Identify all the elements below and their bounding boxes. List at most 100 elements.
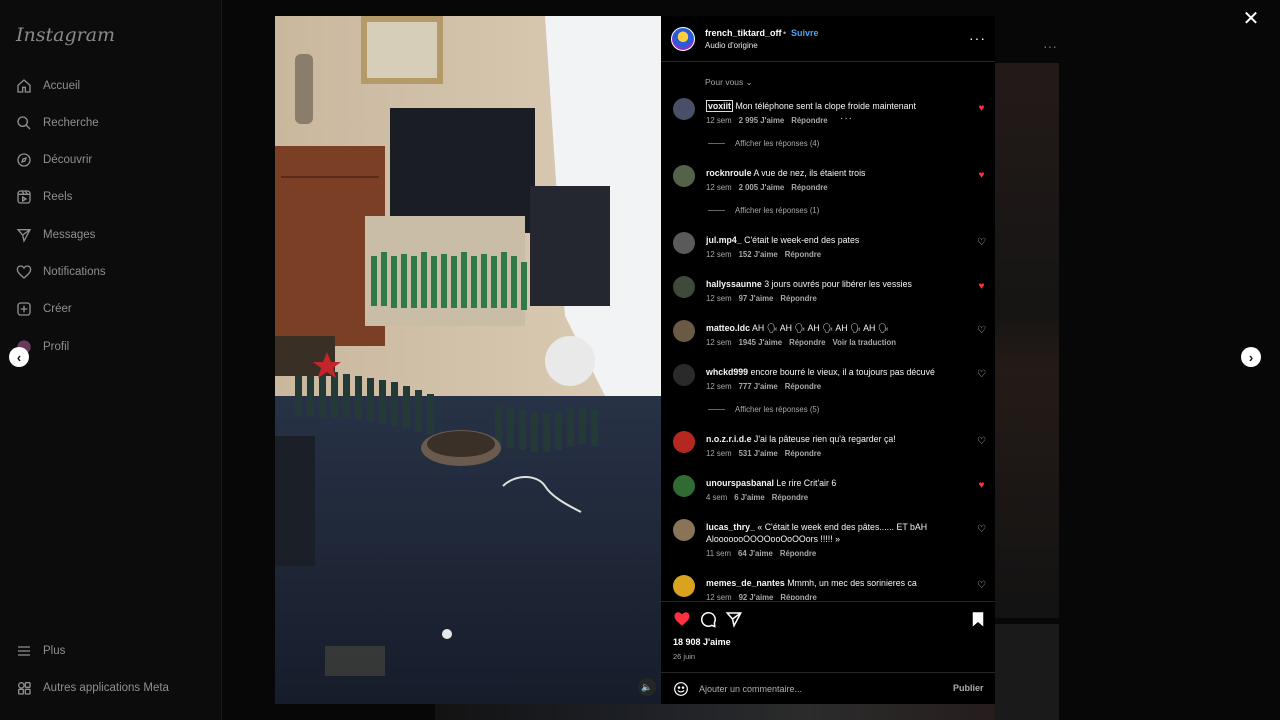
reply-button[interactable]: Répondre [789, 338, 825, 347]
comment-text: A vue de nez, ils étaient trois [753, 168, 866, 178]
reply-button[interactable]: Répondre [780, 294, 816, 303]
comment-meta: 11 sem 64 J'aime Répondre [706, 549, 816, 558]
sidebar-item-more[interactable]: Plus [16, 636, 65, 666]
comment-like-heart-icon[interactable]: ♥ [976, 480, 987, 491]
comment-likes[interactable]: 531 J'aime [739, 449, 778, 458]
follow-button[interactable]: Suivre [791, 28, 819, 38]
sidebar-item-notifications[interactable]: Notifications [16, 257, 106, 287]
comment-like-heart-icon[interactable]: ♥ [976, 103, 987, 114]
comment-more-icon[interactable]: ··· [840, 113, 853, 124]
comment-icon[interactable] [699, 610, 717, 628]
reply-button[interactable]: Répondre [791, 183, 827, 192]
comment-likes[interactable]: 2 005 J'aime [739, 183, 785, 192]
sidebar-item-search[interactable]: Recherche [16, 108, 99, 138]
sidebar-item-explore[interactable]: Découvrir [16, 145, 92, 175]
comment-like-heart-icon[interactable]: ♥ [976, 170, 987, 181]
commenter-avatar[interactable] [673, 364, 695, 386]
commenter-avatar[interactable] [673, 575, 695, 597]
comment-username[interactable]: rocknroule [706, 168, 751, 178]
commenter-avatar[interactable] [673, 232, 695, 254]
comment-time[interactable]: 12 sem [706, 294, 732, 303]
commenter-avatar[interactable] [673, 519, 695, 541]
instagram-logo[interactable]: Instagram [16, 24, 115, 46]
comment-username[interactable]: lucas_thry_ [706, 522, 755, 532]
comment-like-heart-icon[interactable]: ♡ [976, 580, 987, 591]
commenter-avatar[interactable] [673, 276, 695, 298]
comment-username[interactable]: hallyssaunne [706, 279, 762, 289]
post-video[interactable]: 🔈 [275, 16, 661, 704]
sidebar-item-meta-apps[interactable]: Autres applications Meta [16, 673, 169, 703]
author-username[interactable]: french_tiktard_off [705, 28, 782, 38]
comment-like-heart-icon[interactable]: ♡ [976, 237, 987, 248]
comment-likes[interactable]: 2 995 J'aime [739, 116, 785, 125]
comment-username[interactable]: whckd999 [706, 367, 748, 377]
sidebar-item-create[interactable]: Créer [16, 294, 72, 324]
comment-username[interactable]: voxiit [706, 100, 733, 112]
comment-time[interactable]: 12 sem [706, 250, 732, 259]
audio-label[interactable]: Audio d'origine [705, 41, 758, 50]
reply-button[interactable]: Répondre [785, 250, 821, 259]
comment-likes[interactable]: 152 J'aime [739, 250, 778, 259]
comment-time[interactable]: 4 sem [706, 493, 727, 502]
sidebar-item-home[interactable]: Accueil [16, 71, 80, 101]
bookmark-icon[interactable] [969, 610, 987, 628]
comment-time[interactable]: 12 sem [706, 382, 732, 391]
translate-button[interactable]: Voir la traduction [832, 338, 896, 347]
sidebar-item-reels[interactable]: Reels [16, 182, 72, 212]
comment-sort-dropdown[interactable]: Pour vous ⌄ [705, 77, 753, 88]
commenter-avatar[interactable] [673, 431, 695, 453]
comment-username[interactable]: n.o.z.r.i.d.e [706, 434, 751, 444]
reply-button[interactable]: Répondre [785, 382, 821, 391]
emoji-icon[interactable] [673, 681, 689, 697]
post-header: french_tiktard_off • Suivre Audio d'orig… [661, 16, 995, 62]
comment-likes[interactable]: 97 J'aime [739, 294, 774, 303]
next-post-button[interactable]: › [1241, 347, 1261, 367]
publish-button[interactable]: Publier [953, 683, 984, 693]
commenter-avatar[interactable] [673, 475, 695, 497]
comment-likes[interactable]: 1945 J'aime [739, 338, 782, 347]
more-options-icon[interactable]: ··· [969, 30, 986, 46]
comment-time[interactable]: 12 sem [706, 338, 732, 347]
comment-time[interactable]: 11 sem [706, 549, 731, 558]
comments-list[interactable]: voxiit Mon téléphone sent la clope froid… [661, 94, 995, 600]
comment-likes[interactable]: 6 J'aime [734, 493, 764, 502]
comment-likes[interactable]: 92 J'aime [739, 593, 774, 600]
send-icon [16, 229, 32, 243]
view-replies-button[interactable]: Afficher les réponses (4) [708, 139, 819, 148]
comment-like-heart-icon[interactable]: ♥ [976, 281, 987, 292]
comment-input[interactable] [699, 681, 939, 697]
comment-username[interactable]: memes_de_nantes [706, 578, 785, 588]
reply-button[interactable]: Répondre [791, 116, 827, 125]
commenter-avatar[interactable] [673, 98, 695, 120]
comment-like-heart-icon[interactable]: ♡ [976, 524, 987, 535]
comment-like-heart-icon[interactable]: ♡ [976, 325, 987, 336]
like-heart-icon[interactable] [673, 610, 691, 628]
comment-body: hallyssaunne 3 jours ouvrés pour libérer… [706, 278, 968, 290]
comment-time[interactable]: 12 sem [706, 183, 732, 192]
likes-count[interactable]: 18 908 J'aime [673, 637, 731, 647]
comment-like-heart-icon[interactable]: ♡ [976, 369, 987, 380]
comment-username[interactable]: matteo.ldc [706, 323, 750, 333]
mute-icon[interactable]: 🔈 [638, 678, 656, 696]
author-avatar[interactable] [671, 27, 695, 51]
previous-post-button[interactable]: ‹ [9, 347, 29, 367]
share-icon[interactable] [725, 610, 743, 628]
comment-time[interactable]: 12 sem [706, 449, 732, 458]
commenter-avatar[interactable] [673, 320, 695, 342]
view-replies-button[interactable]: Afficher les réponses (1) [708, 206, 819, 215]
close-icon[interactable]: ✕ [1240, 8, 1262, 30]
reply-button[interactable]: Répondre [780, 549, 816, 558]
comment-like-heart-icon[interactable]: ♡ [976, 436, 987, 447]
comment-likes[interactable]: 777 J'aime [739, 382, 778, 391]
reply-button[interactable]: Répondre [772, 493, 808, 502]
comment-time[interactable]: 12 sem [706, 116, 732, 125]
commenter-avatar[interactable] [673, 165, 695, 187]
sidebar-item-messages[interactable]: Messages [16, 220, 95, 250]
reply-button[interactable]: Répondre [785, 449, 821, 458]
comment-time[interactable]: 12 sem [706, 593, 732, 600]
comment-username[interactable]: jul.mp4_ [706, 235, 742, 245]
view-replies-button[interactable]: Afficher les réponses (5) [708, 405, 819, 414]
reply-button[interactable]: Répondre [780, 593, 816, 600]
comment-likes[interactable]: 64 J'aime [738, 549, 773, 558]
comment-username[interactable]: unourspasbanal [706, 478, 774, 488]
